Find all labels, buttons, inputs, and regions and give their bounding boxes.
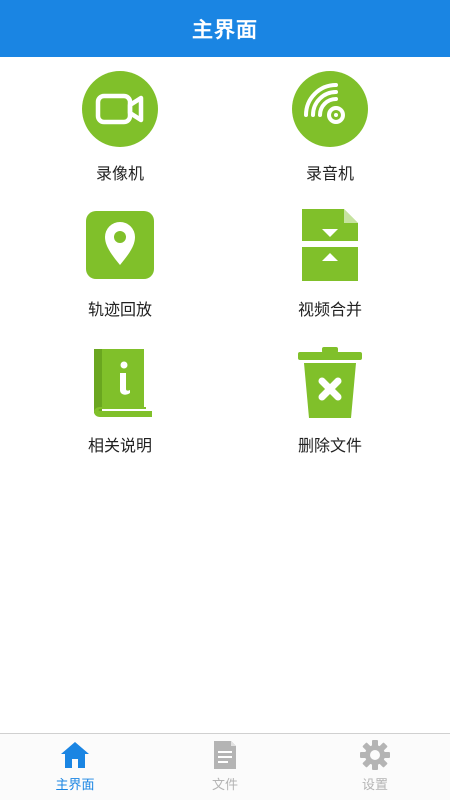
menu-item-label: 录像机 bbox=[95, 164, 144, 183]
gear-icon bbox=[359, 739, 391, 771]
tab-home[interactable]: 主界面 bbox=[0, 734, 150, 800]
tab-label: 主界面 bbox=[55, 778, 95, 793]
location-pin-icon bbox=[80, 205, 160, 285]
menu-item-delete-files[interactable]: 删除文件 bbox=[240, 329, 420, 459]
page-title: 主界面 bbox=[192, 17, 258, 42]
menu-item-video-merge[interactable]: 视频合并 bbox=[240, 193, 420, 323]
menu-item-instructions[interactable]: 相关说明 bbox=[30, 329, 210, 459]
menu-item-label: 轨迹回放 bbox=[87, 300, 152, 319]
tab-settings[interactable]: 设置 bbox=[300, 734, 450, 800]
menu-item-video-recorder[interactable]: 录像机 bbox=[30, 57, 210, 187]
file-merge-icon bbox=[290, 205, 370, 285]
document-icon bbox=[209, 739, 241, 771]
menu-item-label: 删除文件 bbox=[297, 436, 362, 455]
app-screen: 主界面 录像机 录音机 轨迹回放 视频合并 相关说明 删除文件 主界面 文件 设… bbox=[0, 0, 450, 800]
menu-item-track-playback[interactable]: 轨迹回放 bbox=[30, 193, 210, 323]
trash-icon bbox=[290, 341, 370, 421]
menu-item-label: 相关说明 bbox=[87, 436, 152, 455]
tab-label: 设置 bbox=[361, 778, 388, 793]
title-bar: 主界面 bbox=[0, 0, 450, 57]
tab-files[interactable]: 文件 bbox=[150, 734, 300, 800]
tab-label: 文件 bbox=[211, 778, 238, 793]
info-book-icon bbox=[80, 341, 160, 421]
audio-disc-icon bbox=[290, 69, 370, 149]
menu-item-label: 视频合并 bbox=[297, 300, 362, 319]
home-icon bbox=[59, 739, 91, 771]
menu-item-label: 录音机 bbox=[305, 164, 354, 183]
menu-item-audio-recorder[interactable]: 录音机 bbox=[240, 57, 420, 187]
video-camera-icon bbox=[80, 69, 160, 149]
bottom-tab-bar: 主界面 文件 设置 bbox=[0, 733, 450, 800]
